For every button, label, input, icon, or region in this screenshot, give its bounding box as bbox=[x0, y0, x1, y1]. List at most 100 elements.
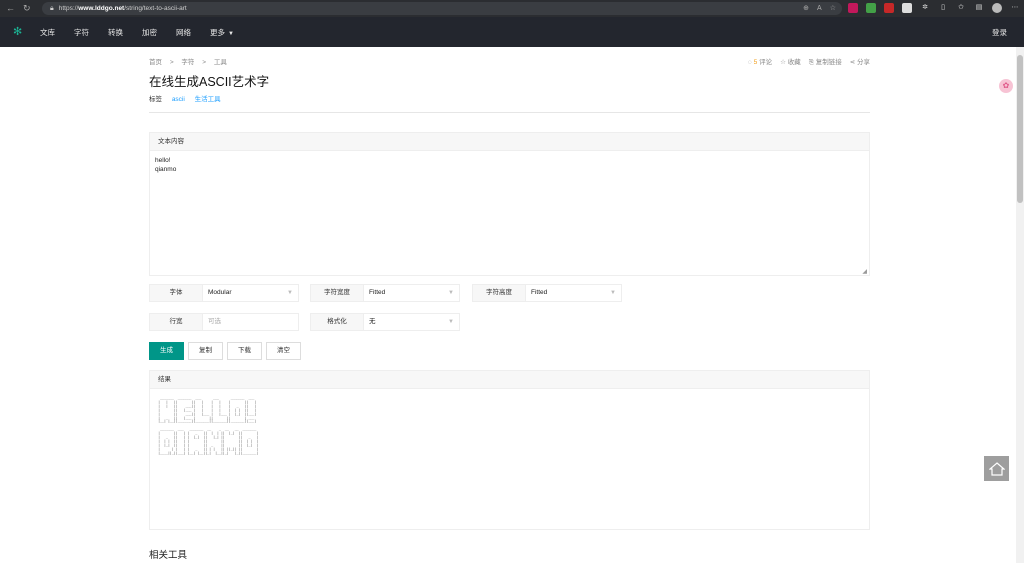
font-select[interactable]: Modular ▼ bbox=[203, 284, 299, 302]
favorite-link[interactable]: ☆ 收藏 bbox=[780, 56, 801, 67]
divider bbox=[149, 112, 870, 113]
download-button[interactable]: 下载 bbox=[227, 342, 262, 360]
char-width-label: 字符宽度 bbox=[310, 284, 364, 302]
breadcrumb-string[interactable]: 字符 bbox=[181, 59, 194, 66]
breadcrumb-tools[interactable]: 工具 bbox=[214, 59, 227, 66]
login-link[interactable]: 登录 bbox=[992, 27, 1007, 38]
split-screen-icon[interactable]: ▯ bbox=[938, 3, 948, 13]
copy-link-label: 复制链接 bbox=[815, 59, 842, 66]
floating-badge-icon[interactable]: ✿ bbox=[999, 79, 1013, 93]
back-to-home-button[interactable] bbox=[984, 456, 1009, 481]
breadcrumb-separator: > bbox=[202, 59, 207, 66]
star-icon: ☆ bbox=[780, 59, 786, 66]
scrollbar-thumb[interactable] bbox=[1017, 55, 1023, 203]
menu-item-convert[interactable]: 转换 bbox=[108, 27, 123, 38]
url-host: www.lddgo.net bbox=[78, 5, 125, 12]
ascii-art-output: _______ _______ ___ ___ _______ ___ | | … bbox=[158, 396, 259, 455]
comment-icon: ◌ bbox=[747, 59, 752, 66]
copy-button[interactable]: 复制 bbox=[188, 342, 223, 360]
star-icon[interactable]: ☆ bbox=[830, 2, 836, 15]
extension-icon[interactable] bbox=[866, 3, 876, 13]
tags-label: 标签 bbox=[149, 96, 162, 103]
tag-life-tools[interactable]: 生活工具 bbox=[195, 96, 221, 103]
format-select[interactable]: 无 ▼ bbox=[364, 313, 460, 331]
page-title: 在线生成ASCII艺术字 bbox=[149, 75, 270, 89]
zoom-icon[interactable]: ⊕ bbox=[803, 2, 809, 15]
breadcrumb-home[interactable]: 首页 bbox=[149, 59, 162, 66]
lock-icon: 🔒︎ bbox=[50, 4, 54, 12]
favorites-icon[interactable]: ✩ bbox=[956, 3, 966, 13]
format-label: 格式化 bbox=[310, 313, 364, 331]
browser-nav: ← ↻ bbox=[0, 0, 44, 17]
font-label: 字体 bbox=[149, 284, 203, 302]
line-width-field: 行宽 可选 bbox=[149, 313, 299, 331]
chevron-down-icon: ▼ bbox=[610, 290, 616, 296]
breadcrumb-separator: > bbox=[169, 59, 174, 66]
comments-link[interactable]: ◌ 5 评论 bbox=[748, 56, 772, 67]
char-height-value: Fitted bbox=[531, 289, 548, 296]
resize-handle-icon[interactable]: ◢ bbox=[862, 268, 867, 275]
site-logo-icon[interactable]: ✻ bbox=[13, 27, 23, 38]
result-panel-heading: 结果 bbox=[150, 371, 869, 389]
page-content: 首页 > 字符 > 工具 ◌ 5 评论 ☆ 收藏 ⎘ 复制链接 ⋖ 分享 在线生… bbox=[0, 47, 1016, 563]
format-field: 格式化 无 ▼ bbox=[310, 313, 460, 331]
char-height-label: 字符高度 bbox=[472, 284, 526, 302]
breadcrumb: 首页 > 字符 > 工具 bbox=[149, 56, 233, 66]
text-panel-heading: 文本内容 bbox=[150, 133, 869, 151]
extensions-bar: ✲ ▯ ✩ ▤ ⋯ bbox=[848, 3, 1024, 13]
puzzle-icon[interactable]: ✲ bbox=[920, 3, 930, 13]
char-height-select[interactable]: Fitted ▼ bbox=[526, 284, 622, 302]
menu-item-encrypt[interactable]: 加密 bbox=[142, 27, 157, 38]
char-width-select[interactable]: Fitted ▼ bbox=[364, 284, 460, 302]
menu-more-label: 更多 bbox=[210, 27, 225, 37]
chevron-down-icon: ▼ bbox=[228, 30, 234, 37]
chevron-down-icon: ▼ bbox=[448, 290, 454, 296]
browser-toolbar: ← ↻ 🔒︎ https://www.lddgo.net/string/text… bbox=[0, 0, 1024, 17]
chevron-down-icon: ▼ bbox=[448, 319, 454, 325]
button-row: 生成 复制 下载 清空 bbox=[149, 342, 301, 360]
scrollbar[interactable] bbox=[1016, 47, 1024, 563]
copy-link[interactable]: ⎘ 复制链接 bbox=[809, 56, 842, 67]
font-value: Modular bbox=[208, 289, 232, 296]
font-field: 字体 Modular ▼ bbox=[149, 284, 299, 302]
menu-item-library[interactable]: 文库 bbox=[40, 27, 55, 38]
format-value: 无 bbox=[369, 318, 376, 325]
collections-icon[interactable]: ▤ bbox=[974, 3, 984, 13]
extension-icon[interactable] bbox=[902, 3, 912, 13]
site-header: ✻ 文库 字符 转换 加密 网络 更多 ▼ 登录 bbox=[0, 17, 1024, 47]
chevron-down-icon: ▼ bbox=[287, 290, 293, 296]
text-panel: 文本内容 hello! qianmo ◢ bbox=[149, 132, 870, 276]
result-panel: 结果 _______ _______ ___ ___ _______ ___ |… bbox=[149, 370, 870, 530]
tag-ascii[interactable]: ascii bbox=[172, 96, 185, 103]
line-width-input[interactable]: 可选 bbox=[203, 313, 299, 331]
url-path: /string/text-to-ascii-art bbox=[124, 5, 187, 12]
reload-icon[interactable]: ↻ bbox=[23, 0, 31, 17]
menu-item-network[interactable]: 网络 bbox=[176, 27, 191, 38]
share-label: 分享 bbox=[857, 59, 870, 66]
menu-item-more[interactable]: 更多 ▼ bbox=[210, 27, 234, 38]
char-height-field: 字符高度 Fitted ▼ bbox=[472, 284, 622, 302]
comments-count: 5 bbox=[753, 59, 758, 66]
menu-item-string[interactable]: 字符 bbox=[74, 27, 89, 38]
extension-icon[interactable] bbox=[884, 3, 894, 13]
url-actions: ⊕ A ☆ bbox=[803, 2, 836, 15]
url-text: https://www.lddgo.net/string/text-to-asc… bbox=[59, 5, 187, 12]
generate-button[interactable]: 生成 bbox=[149, 342, 184, 360]
read-aloud-icon[interactable]: A bbox=[817, 2, 822, 15]
favorite-label: 收藏 bbox=[787, 59, 801, 66]
clear-button[interactable]: 清空 bbox=[266, 342, 301, 360]
share-icon: ⋖ bbox=[849, 59, 856, 66]
share-link[interactable]: ⋖ 分享 bbox=[850, 56, 870, 67]
tags: 标签 ascii 生活工具 bbox=[149, 93, 221, 103]
more-icon[interactable]: ⋯ bbox=[1010, 3, 1020, 13]
text-input[interactable]: hello! qianmo bbox=[150, 151, 869, 275]
address-bar[interactable]: 🔒︎ https://www.lddgo.net/string/text-to-… bbox=[42, 2, 842, 15]
profile-avatar[interactable] bbox=[992, 3, 1002, 13]
page-actions: ◌ 5 评论 ☆ 收藏 ⎘ 复制链接 ⋖ 分享 bbox=[748, 56, 870, 67]
back-icon[interactable]: ← bbox=[6, 0, 15, 17]
char-width-field: 字符宽度 Fitted ▼ bbox=[310, 284, 460, 302]
extension-icon[interactable] bbox=[848, 3, 858, 13]
char-width-value: Fitted bbox=[369, 289, 386, 296]
related-tools-heading: 相关工具 bbox=[149, 550, 188, 561]
home-icon bbox=[988, 461, 1005, 476]
